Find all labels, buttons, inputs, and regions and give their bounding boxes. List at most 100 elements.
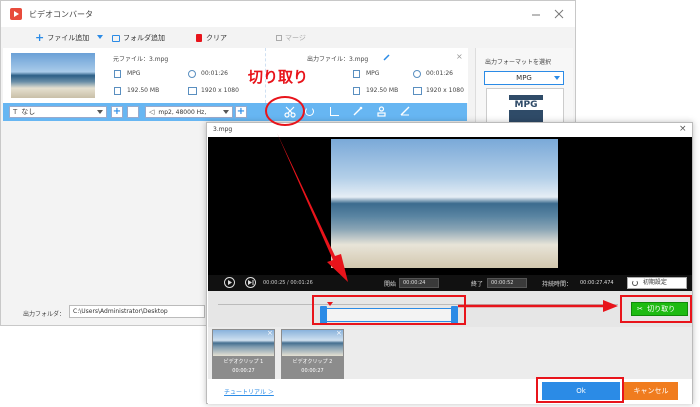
clock-icon <box>188 70 196 78</box>
rotate-icon[interactable] <box>305 107 314 116</box>
format-select[interactable]: MPG <box>484 71 564 85</box>
add-audio-button[interactable]: + <box>235 106 247 118</box>
next-frame-icon[interactable] <box>245 277 256 288</box>
clip-thumbnail <box>282 330 343 356</box>
clip-item[interactable]: × ビデオクリップ 1 00:00:27 <box>212 329 275 379</box>
add-folder-button[interactable]: フォルダ追加 <box>112 32 165 44</box>
playhead-marker-icon[interactable] <box>327 302 333 306</box>
trim-range[interactable] <box>321 308 458 322</box>
output-clock-icon <box>413 70 421 78</box>
window-title: ビデオコンバータ <box>29 10 93 19</box>
time-display: 00:00:25 / 00:01:26 <box>263 280 313 286</box>
source-duration: 00:01:26 <box>201 70 228 77</box>
output-duration: 00:01:26 <box>426 70 453 77</box>
add-file-label: ファイル追加 <box>47 34 90 42</box>
video-frame <box>331 139 558 268</box>
start-label: 開始 <box>384 281 397 288</box>
output-folder-input[interactable]: C:\Users\Administrator\Desktop <box>69 305 205 318</box>
crop-icon[interactable] <box>330 107 339 116</box>
effects-wand-icon[interactable] <box>353 106 363 116</box>
text-icon: T <box>13 108 18 116</box>
format-chevron-down-icon <box>554 76 560 80</box>
clips-area: × ビデオクリップ 1 00:00:27 × ビデオクリップ 2 00:00:2… <box>208 327 692 379</box>
dialog-footer: チュートリアル ＞ Ok キャンセル <box>208 379 692 404</box>
toolbar: + ファイル追加 フォルダ追加 クリア マージ <box>1 28 471 48</box>
trim-start-handle[interactable] <box>320 306 327 324</box>
minimize-button[interactable] <box>531 9 541 19</box>
clip-name: ビデオクリップ 2 <box>292 359 333 365</box>
output-folder-label: 出力フォルダ： <box>23 311 66 318</box>
end-time-value: 00:00:52 <box>491 280 514 286</box>
file-close-icon[interactable]: × <box>456 52 463 61</box>
chevron-down-icon <box>97 110 103 114</box>
clear-button[interactable]: クリア <box>196 32 227 44</box>
mpg-badge: MPG <box>509 100 543 110</box>
trim-dialog: 3.mpg × 00:00:25 / 00:01:26 開始 00:00:24 … <box>206 122 693 404</box>
output-file-label: 出力ファイル：3.mpg <box>307 56 369 63</box>
clip-item[interactable]: × ビデオクリップ 2 00:00:27 <box>281 329 344 379</box>
title-bar: ビデオコンバータ <box>1 1 575 27</box>
tutorial-link[interactable]: チュートリアル ＞ <box>224 387 274 396</box>
playback-controls: 00:00:25 / 00:01:26 開始 00:00:24 終了 00:00… <box>208 275 692 291</box>
end-label: 終了 <box>471 281 484 288</box>
merge-icon <box>276 35 282 41</box>
cut-button-scissors-icon: ✂ <box>637 305 643 313</box>
file-format-icon <box>114 70 121 78</box>
trim-end-handle[interactable] <box>451 306 458 324</box>
subtitle-edit-icon[interactable] <box>400 106 410 116</box>
subtitle-select[interactable]: T なし <box>9 106 107 118</box>
end-time-input[interactable]: 00:00:52 <box>487 278 527 288</box>
cut-button[interactable]: ✂ 切り取り <box>631 302 688 316</box>
source-format: MPG <box>127 70 141 77</box>
watermark-icon[interactable] <box>377 106 386 117</box>
plus-icon: + <box>35 31 45 44</box>
clear-label: クリア <box>206 34 227 42</box>
start-time-input[interactable]: 00:00:24 <box>399 278 439 288</box>
reset-button[interactable]: 初期設定 <box>627 277 687 289</box>
merge-label: マージ <box>285 34 306 42</box>
merge-button[interactable]: マージ <box>276 32 306 44</box>
close-button[interactable] <box>554 9 564 19</box>
dialog-close-icon[interactable]: × <box>679 124 687 134</box>
clip-thumbnail <box>213 330 274 356</box>
cancel-label: キャンセル <box>633 387 669 395</box>
duration-label: 持続時間： <box>542 281 573 288</box>
start-time-value: 00:00:24 <box>403 280 426 286</box>
cancel-button[interactable]: キャンセル <box>624 382 678 400</box>
dialog-title: 3.mpg <box>213 126 233 133</box>
output-format-panel-title: 出力フォーマットを選択 <box>485 59 552 66</box>
output-format-icon <box>353 70 360 78</box>
output-resolution-icon <box>413 87 422 95</box>
trash-icon <box>196 34 202 42</box>
resolution-icon <box>188 87 197 95</box>
reset-label: 初期設定 <box>642 279 667 286</box>
output-format: MPG <box>366 70 380 77</box>
add-file-dropdown-icon[interactable] <box>97 35 103 39</box>
add-subtitle-button[interactable]: + <box>111 106 123 118</box>
timeline-track <box>218 304 618 305</box>
cut-button-label: 切り取り <box>647 305 676 313</box>
subtitle-value: なし <box>21 108 36 116</box>
clip-duration: 00:00:27 <box>232 368 255 374</box>
play-icon[interactable] <box>224 277 235 288</box>
duration-value: 00:00:27.474 <box>580 280 614 286</box>
ok-button[interactable]: Ok <box>542 382 620 400</box>
app-logo-icon <box>10 8 22 20</box>
file-item[interactable]: 元ファイル：3.mpg MPG 00:01:26 192.50 MB 1920 … <box>3 48 468 103</box>
subtitle-settings-icon[interactable] <box>127 106 139 118</box>
output-size-icon <box>353 87 360 95</box>
audio-select[interactable]: ◁ mp2, 48000 Hz, <box>145 106 233 118</box>
output-resolution: 1920 x 1080 <box>426 87 464 94</box>
clip-duration: 00:00:27 <box>301 368 324 374</box>
output-size: 192.50 MB <box>366 87 399 94</box>
edit-pencil-icon[interactable] <box>383 54 390 61</box>
video-thumbnail <box>11 53 95 98</box>
source-resolution: 1920 x 1080 <box>201 87 239 94</box>
audio-value: mp2, 48000 Hz, <box>158 108 207 116</box>
folder-plus-icon <box>112 34 120 42</box>
video-player <box>208 137 692 275</box>
clip-remove-icon[interactable]: × <box>267 329 273 337</box>
add-file-button[interactable]: + ファイル追加 <box>35 32 89 44</box>
cut-scissors-icon[interactable] <box>283 105 297 119</box>
clip-remove-icon[interactable]: × <box>336 329 342 337</box>
